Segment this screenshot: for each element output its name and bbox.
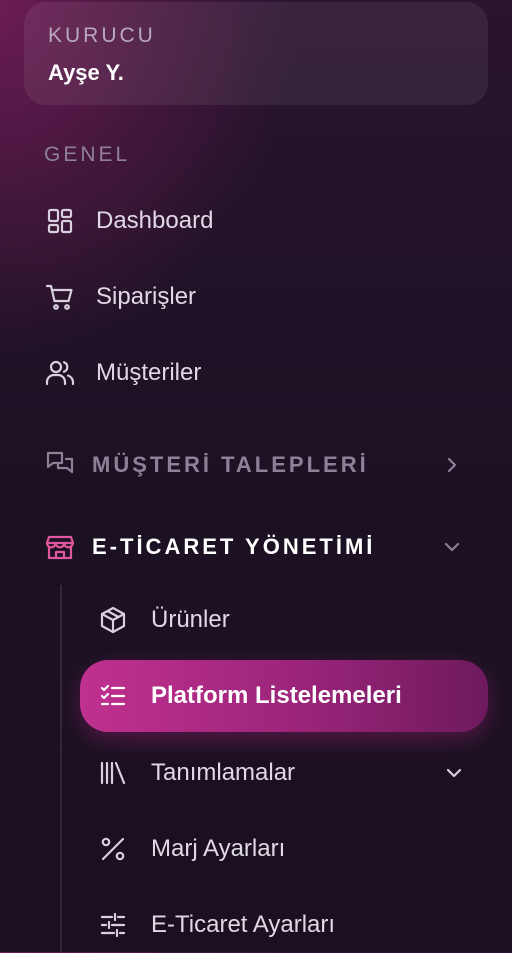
chat-bubbles-icon [44,449,76,481]
group-customer-requests[interactable]: MÜŞTERİ TALEPLERİ [30,440,470,490]
chevron-down-icon[interactable] [442,761,466,785]
group-ecommerce[interactable]: E-TİCARET YÖNETİMİ [30,522,470,572]
sub-item-label: Ürünler [151,606,230,633]
dashboard-grid-icon [44,205,76,237]
percent-icon [97,833,129,865]
group-label: MÜŞTERİ TALEPLERİ [92,452,369,477]
shopping-cart-icon [44,281,76,313]
users-icon [44,357,76,389]
chevron-right-icon [447,457,457,473]
sub-item-platform-listings[interactable]: Platform Listelemeleri [80,660,488,732]
nav-item-label: Dashboard [96,207,214,234]
sub-item-label: Tanımlamalar [151,759,296,786]
user-name: Ayşe Y. [48,60,124,85]
nav-item-dashboard[interactable]: Dashboard [30,196,470,246]
tree-line [60,585,62,952]
sub-item-margin-settings[interactable]: Marj Ayarları [80,821,488,877]
sub-item-ecommerce-settings[interactable]: E-Ticaret Ayarları [80,897,488,953]
box-icon [97,604,129,636]
chevron-down-icon [444,542,460,552]
nav-item-orders[interactable]: Siparişler [30,272,470,322]
checklist-icon [97,680,129,712]
sub-item-products[interactable]: Ürünler [80,592,488,648]
user-card[interactable]: KURUCU Ayşe Y. [24,2,488,105]
nav-item-label: Müşteriler [96,359,202,386]
sub-item-definitions[interactable]: Tanımlamalar [80,745,488,801]
sliders-icon [97,909,129,941]
sub-item-label: E-Ticaret Ayarları [151,911,336,938]
section-label-general: GENEL [44,143,131,166]
user-role: KURUCU [48,24,156,47]
sub-item-label: Platform Listelemeleri [151,682,402,709]
sub-item-label: Marj Ayarları [151,835,286,862]
storefront-icon [44,531,76,563]
library-icon [97,757,129,789]
nav-item-customers[interactable]: Müşteriler [30,348,470,398]
nav-item-label: Siparişler [96,283,197,310]
group-label: E-TİCARET YÖNETİMİ [92,534,376,559]
